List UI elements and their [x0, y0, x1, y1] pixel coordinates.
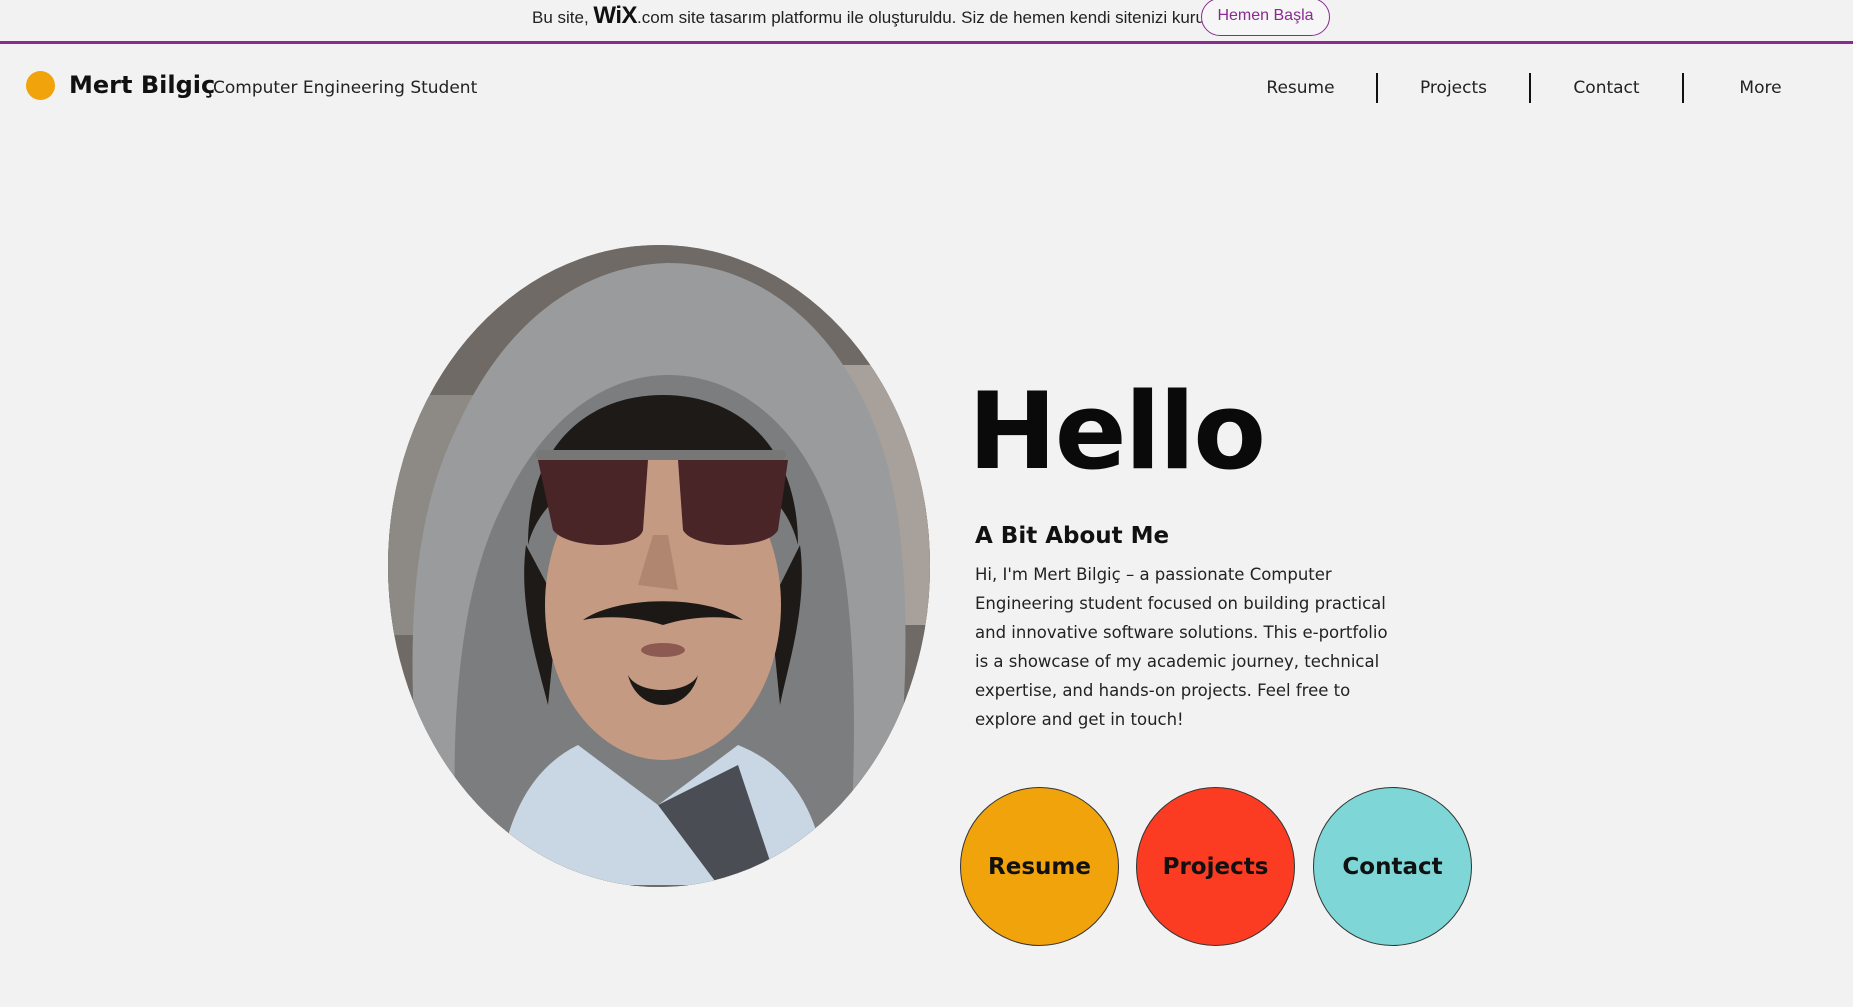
- wix-banner: Bu site, WiX.com site tasarım platformu …: [0, 0, 1853, 44]
- site-tagline: Computer Engineering Student: [213, 78, 478, 98]
- logo-dot-icon[interactable]: [26, 71, 55, 100]
- hero-greeting: Hello: [968, 370, 1266, 493]
- wix-logo: WiX: [593, 2, 638, 29]
- site-header: Mert Bilgiç Computer Engineering Student…: [0, 47, 1853, 132]
- site-name[interactable]: Mert Bilgiç: [69, 71, 215, 99]
- banner-text: Bu site, WiX.com site tasarım platformu …: [532, 2, 1220, 29]
- profile-photo-illustration: [388, 245, 930, 887]
- nav-item-contact[interactable]: Contact: [1531, 73, 1684, 103]
- resume-button[interactable]: Resume: [960, 787, 1119, 946]
- banner-text-after: .com site tasarım platformu ile oluşturu…: [637, 8, 1220, 27]
- about-heading: A Bit About Me: [975, 523, 1170, 549]
- nav-item-projects[interactable]: Projects: [1378, 73, 1531, 103]
- banner-text-before: Bu site,: [532, 8, 594, 27]
- contact-button[interactable]: Contact: [1313, 787, 1472, 946]
- nav-item-resume[interactable]: Resume: [1225, 73, 1378, 103]
- projects-button[interactable]: Projects: [1136, 787, 1295, 946]
- profile-photo: [388, 245, 930, 887]
- about-text: Hi, I'm Mert Bilgiç – a passionate Compu…: [975, 565, 1388, 729]
- main-nav: Resume Projects Contact More: [1225, 73, 1837, 103]
- start-now-button[interactable]: Hemen Başla: [1201, 0, 1330, 36]
- nav-item-more[interactable]: More: [1684, 73, 1837, 103]
